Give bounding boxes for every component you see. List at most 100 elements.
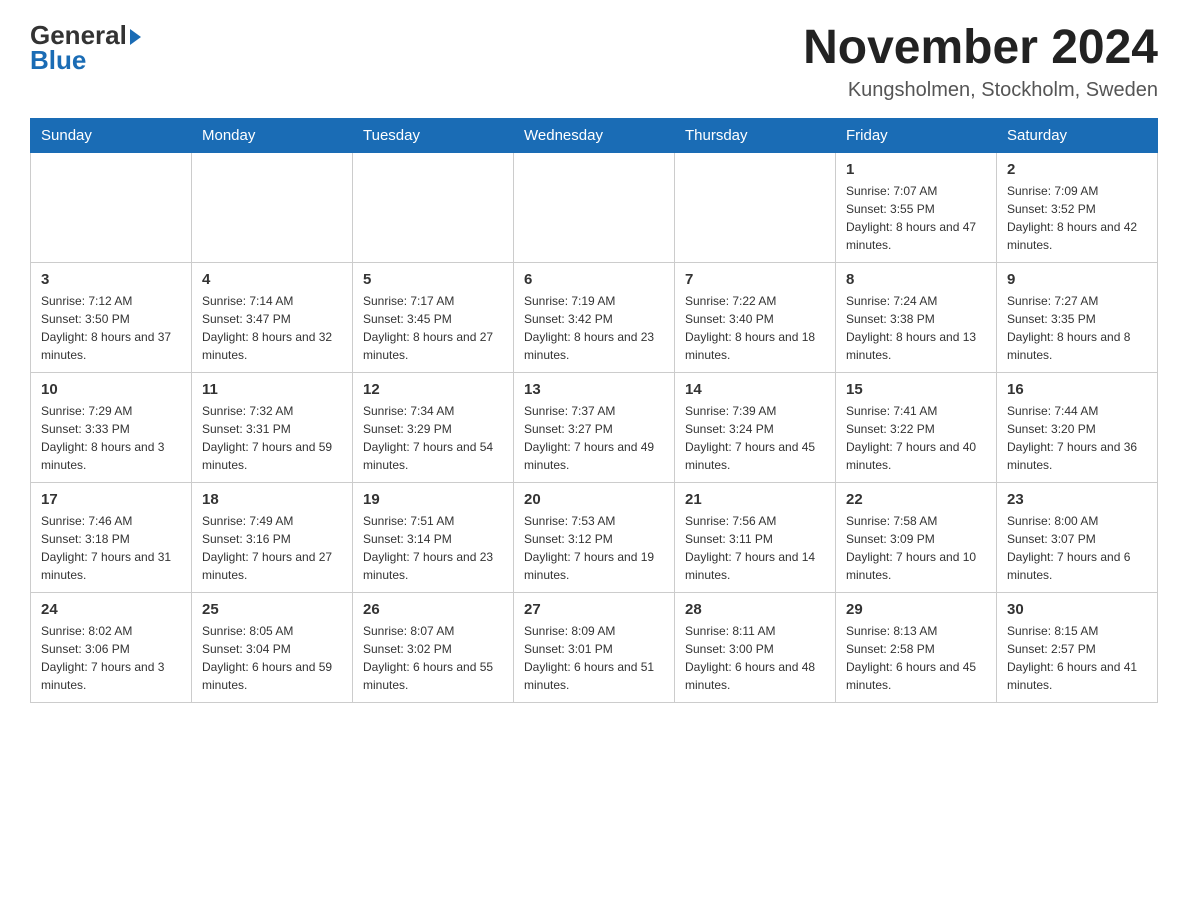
- day-number: 6: [524, 271, 664, 288]
- col-tuesday: Tuesday: [353, 119, 514, 153]
- day-number: 8: [846, 271, 986, 288]
- calendar-header-row: Sunday Monday Tuesday Wednesday Thursday…: [31, 119, 1158, 153]
- day-number: 28: [685, 601, 825, 618]
- day-info: Sunrise: 7:39 AMSunset: 3:24 PMDaylight:…: [685, 402, 825, 474]
- calendar-week-row: 17 Sunrise: 7:46 AMSunset: 3:18 PMDayligh…: [31, 483, 1158, 593]
- day-number: 27: [524, 601, 664, 618]
- calendar-cell: 25Sunrise: 8:05 AMSunset: 3:04 PMDayligh…: [192, 593, 353, 703]
- day-number: 12: [363, 381, 503, 398]
- col-sunday: Sunday: [31, 119, 192, 153]
- day-number: 7: [685, 271, 825, 288]
- day-info: Sunrise: 7:41 AMSunset: 3:22 PMDaylight:…: [846, 402, 986, 474]
- day-info: Sunrise: 8:00 AMSunset: 3:07 PMDaylight:…: [1007, 512, 1147, 584]
- day-info: Sunrise: 7:37 AMSunset: 3:27 PMDaylight:…: [524, 402, 664, 474]
- day-info: Sunrise: 7:29 AMSunset: 3:33 PMDaylight:…: [41, 402, 181, 474]
- calendar-cell: [31, 153, 192, 263]
- day-number: 10: [41, 381, 181, 398]
- logo-triangle-icon: [130, 29, 141, 45]
- calendar-cell: 10 Sunrise: 7:29 AMSunset: 3:33 PMDayligh…: [31, 373, 192, 483]
- day-info: Sunrise: 8:05 AMSunset: 3:04 PMDaylight:…: [202, 622, 342, 694]
- calendar-cell: 21 Sunrise: 7:56 AMSunset: 3:11 PMDayligh…: [675, 483, 836, 593]
- day-number: 4: [202, 271, 342, 288]
- col-saturday: Saturday: [997, 119, 1158, 153]
- calendar-cell: 9Sunrise: 7:27 AMSunset: 3:35 PMDaylight…: [997, 263, 1158, 373]
- day-info: Sunrise: 7:51 AMSunset: 3:14 PMDaylight:…: [363, 512, 503, 584]
- day-number: 5: [363, 271, 503, 288]
- calendar-cell: 11Sunrise: 7:32 AMSunset: 3:31 PMDayligh…: [192, 373, 353, 483]
- day-number: 17: [41, 491, 181, 508]
- day-info: Sunrise: 7:09 AMSunset: 3:52 PMDaylight:…: [1007, 182, 1147, 254]
- logo-area: General Blue: [30, 20, 141, 76]
- calendar-cell: 2 Sunrise: 7:09 AMSunset: 3:52 PMDaylight…: [997, 153, 1158, 263]
- calendar-week-row: 10 Sunrise: 7:29 AMSunset: 3:33 PMDayligh…: [31, 373, 1158, 483]
- calendar-week-row: 3 Sunrise: 7:12 AMSunset: 3:50 PMDaylight…: [31, 263, 1158, 373]
- calendar-cell: 1 Sunrise: 7:07 AMSunset: 3:55 PMDaylight…: [836, 153, 997, 263]
- day-info: Sunrise: 7:19 AMSunset: 3:42 PMDaylight:…: [524, 292, 664, 364]
- day-info: Sunrise: 8:09 AMSunset: 3:01 PMDaylight:…: [524, 622, 664, 694]
- logo-blue-text: Blue: [30, 45, 86, 76]
- col-monday: Monday: [192, 119, 353, 153]
- day-number: 18: [202, 491, 342, 508]
- day-info: Sunrise: 7:27 AMSunset: 3:35 PMDaylight:…: [1007, 292, 1147, 364]
- day-info: Sunrise: 7:17 AMSunset: 3:45 PMDaylight:…: [363, 292, 503, 364]
- day-number: 15: [846, 381, 986, 398]
- calendar-cell: 3 Sunrise: 7:12 AMSunset: 3:50 PMDaylight…: [31, 263, 192, 373]
- calendar-cell: [353, 153, 514, 263]
- day-info: Sunrise: 7:53 AMSunset: 3:12 PMDaylight:…: [524, 512, 664, 584]
- day-number: 1: [846, 161, 986, 178]
- day-number: 24: [41, 601, 181, 618]
- day-number: 3: [41, 271, 181, 288]
- calendar-cell: 17 Sunrise: 7:46 AMSunset: 3:18 PMDayligh…: [31, 483, 192, 593]
- calendar-cell: 24Sunrise: 8:02 AMSunset: 3:06 PMDayligh…: [31, 593, 192, 703]
- day-number: 2: [1007, 161, 1147, 178]
- day-number: 26: [363, 601, 503, 618]
- day-info: Sunrise: 7:12 AMSunset: 3:50 PMDaylight:…: [41, 292, 181, 364]
- day-info: Sunrise: 8:13 AMSunset: 2:58 PMDaylight:…: [846, 622, 986, 694]
- day-info: Sunrise: 7:58 AMSunset: 3:09 PMDaylight:…: [846, 512, 986, 584]
- day-number: 19: [363, 491, 503, 508]
- title-area: November 2024 Kungsholmen, Stockholm, Sw…: [803, 20, 1158, 102]
- calendar-cell: 23Sunrise: 8:00 AMSunset: 3:07 PMDayligh…: [997, 483, 1158, 593]
- day-number: 29: [846, 601, 986, 618]
- calendar-cell: 29 Sunrise: 8:13 AMSunset: 2:58 PMDayligh…: [836, 593, 997, 703]
- day-info: Sunrise: 8:15 AMSunset: 2:57 PMDaylight:…: [1007, 622, 1147, 694]
- calendar-cell: 26Sunrise: 8:07 AMSunset: 3:02 PMDayligh…: [353, 593, 514, 703]
- calendar-cell: 22 Sunrise: 7:58 AMSunset: 3:09 PMDayligh…: [836, 483, 997, 593]
- calendar-table: Sunday Monday Tuesday Wednesday Thursday…: [30, 118, 1158, 703]
- calendar-cell: 8 Sunrise: 7:24 AMSunset: 3:38 PMDaylight…: [836, 263, 997, 373]
- day-number: 13: [524, 381, 664, 398]
- calendar-title: November 2024: [803, 20, 1158, 75]
- calendar-cell: [192, 153, 353, 263]
- col-thursday: Thursday: [675, 119, 836, 153]
- calendar-cell: 12Sunrise: 7:34 AMSunset: 3:29 PMDayligh…: [353, 373, 514, 483]
- day-info: Sunrise: 7:14 AMSunset: 3:47 PMDaylight:…: [202, 292, 342, 364]
- calendar-cell: 6 Sunrise: 7:19 AMSunset: 3:42 PMDaylight…: [514, 263, 675, 373]
- calendar-cell: 30 Sunrise: 8:15 AMSunset: 2:57 PMDayligh…: [997, 593, 1158, 703]
- calendar-cell: [675, 153, 836, 263]
- day-info: Sunrise: 7:46 AMSunset: 3:18 PMDaylight:…: [41, 512, 181, 584]
- calendar-cell: 13 Sunrise: 7:37 AMSunset: 3:27 PMDayligh…: [514, 373, 675, 483]
- day-number: 14: [685, 381, 825, 398]
- day-info: Sunrise: 7:56 AMSunset: 3:11 PMDaylight:…: [685, 512, 825, 584]
- calendar-subtitle: Kungsholmen, Stockholm, Sweden: [803, 79, 1158, 102]
- col-friday: Friday: [836, 119, 997, 153]
- day-info: Sunrise: 7:44 AMSunset: 3:20 PMDaylight:…: [1007, 402, 1147, 474]
- calendar-cell: 20 Sunrise: 7:53 AMSunset: 3:12 PMDayligh…: [514, 483, 675, 593]
- calendar-cell: 16Sunrise: 7:44 AMSunset: 3:20 PMDayligh…: [997, 373, 1158, 483]
- calendar-cell: 27 Sunrise: 8:09 AMSunset: 3:01 PMDayligh…: [514, 593, 675, 703]
- calendar-cell: 7 Sunrise: 7:22 AMSunset: 3:40 PMDaylight…: [675, 263, 836, 373]
- day-number: 20: [524, 491, 664, 508]
- header: General Blue November 2024 Kungsholmen, …: [30, 20, 1158, 102]
- day-info: Sunrise: 7:22 AMSunset: 3:40 PMDaylight:…: [685, 292, 825, 364]
- day-info: Sunrise: 7:24 AMSunset: 3:38 PMDaylight:…: [846, 292, 986, 364]
- day-info: Sunrise: 7:07 AMSunset: 3:55 PMDaylight:…: [846, 182, 986, 254]
- calendar-cell: 18Sunrise: 7:49 AMSunset: 3:16 PMDayligh…: [192, 483, 353, 593]
- calendar-cell: [514, 153, 675, 263]
- day-info: Sunrise: 8:11 AMSunset: 3:00 PMDaylight:…: [685, 622, 825, 694]
- day-number: 21: [685, 491, 825, 508]
- day-number: 30: [1007, 601, 1147, 618]
- day-number: 22: [846, 491, 986, 508]
- calendar-week-row: 1 Sunrise: 7:07 AMSunset: 3:55 PMDaylight…: [31, 153, 1158, 263]
- calendar-cell: 28 Sunrise: 8:11 AMSunset: 3:00 PMDayligh…: [675, 593, 836, 703]
- calendar-cell: 19 Sunrise: 7:51 AMSunset: 3:14 PMDayligh…: [353, 483, 514, 593]
